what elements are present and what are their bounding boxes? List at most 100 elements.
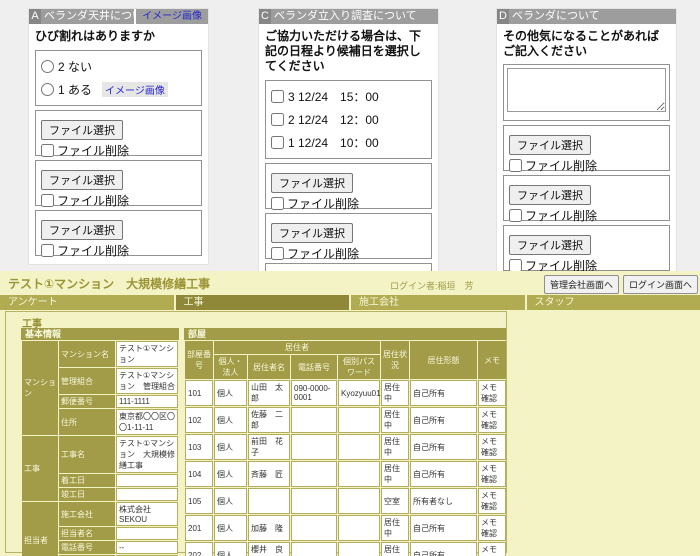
room-status: 居住中 — [381, 542, 409, 556]
file-select-button[interactable]: ファイル選択 — [509, 135, 591, 155]
field-label: 管理組合 — [59, 368, 115, 394]
file-delete-row: ファイル削除 — [271, 245, 426, 262]
group-label: 工事 — [22, 436, 58, 501]
date-label-1: 1 12/24 10：00 — [288, 134, 379, 151]
file-upload-box: ファイル選択 ファイル削除 — [503, 225, 670, 271]
tab-contractor[interactable]: 施工会社 — [351, 295, 525, 310]
radio-crack-yes[interactable] — [41, 83, 54, 96]
resident-name: 山田 太郎 — [248, 380, 290, 406]
file-select-button[interactable]: ファイル選択 — [509, 235, 591, 255]
file-delete-checkbox[interactable] — [41, 244, 54, 257]
file-select-button[interactable]: ファイル選択 — [509, 185, 591, 205]
crack-radio-group: 2 ない 1 ある イメージ画像 — [35, 50, 202, 106]
radio-row-yes: 1 ある イメージ画像 — [41, 78, 196, 101]
tab-questionnaire[interactable]: アンケート — [0, 295, 174, 310]
tab-bar: アンケート 工事 施工会社 スタッフ — [0, 295, 700, 310]
room-type: 個人 — [214, 434, 247, 460]
room-status: 居住中 — [381, 461, 409, 487]
tab-staff[interactable]: スタッフ — [527, 295, 700, 310]
panel-a-title: ベランダ天井について — [41, 9, 134, 24]
room-row: 104個人斉藤 匠居住中自己所有メモ確認 — [185, 461, 506, 487]
image-link[interactable]: イメージ画像 — [102, 82, 168, 97]
file-delete-checkbox[interactable] — [271, 197, 284, 210]
date-checkbox-group: 3 12/24 15：00 2 12/24 12：00 1 12/24 10：0… — [265, 80, 432, 159]
file-delete-checkbox[interactable] — [509, 209, 522, 222]
room-no: 103 — [185, 434, 213, 460]
room-status: 居住中 — [381, 407, 409, 433]
page-title: テスト①マンション 大規模修繕工事 — [8, 275, 210, 292]
file-upload-box: ファイル選択 ファイル削除 — [265, 213, 432, 259]
table-row: 担当者施工会社株式会社SEKOU — [22, 502, 178, 526]
panel-a-header: A ベランダ天井について イメージ画像 — [29, 9, 208, 24]
file-select-button[interactable]: ファイル選択 — [271, 223, 353, 243]
resident-password — [338, 461, 380, 487]
basic-info-column: 基本情報 マンションマンション名テスト①マンション 管理組合テスト①マンション … — [21, 328, 179, 556]
login-screen-button[interactable]: ログイン画面へ — [623, 275, 698, 294]
resident-name: 前田 花子 — [248, 434, 290, 460]
file-delete-row: ファイル削除 — [509, 207, 664, 224]
file-select-button[interactable]: ファイル選択 — [271, 173, 353, 193]
room-type: 個人 — [214, 380, 247, 406]
table-row: マンションマンション名テスト①マンション — [22, 341, 178, 367]
room-ownership: 所有者なし — [410, 488, 477, 514]
memo-confirm-cell[interactable]: メモ確認 — [478, 488, 506, 514]
file-delete-label: ファイル削除 — [525, 207, 597, 224]
resident-password — [338, 407, 380, 433]
field-label: 竣工日 — [59, 488, 115, 501]
field-label: 郵便番号 — [59, 395, 115, 408]
memo-confirm-cell[interactable]: メモ確認 — [478, 515, 506, 541]
table-row: 工事工事名テスト①マンション 大規模修繕工事 — [22, 436, 178, 473]
file-delete-label: ファイル削除 — [57, 192, 129, 209]
col-memo: メモ — [478, 341, 506, 379]
file-select-button[interactable]: ファイル選択 — [41, 120, 123, 140]
resident-phone: 090-0000-0001 — [291, 380, 337, 406]
management-screen-button[interactable]: 管理会社画面へ — [544, 275, 619, 294]
file-upload-box: ファイル選択 ファイル削除 — [503, 125, 670, 171]
image-link[interactable]: イメージ画像 — [136, 9, 208, 24]
other-comments-textarea[interactable] — [507, 68, 666, 112]
memo-confirm-cell[interactable]: メモ確認 — [478, 542, 506, 556]
date-checkbox-1[interactable] — [271, 136, 284, 149]
file-select-button[interactable]: ファイル選択 — [41, 170, 123, 190]
room-no: 102 — [185, 407, 213, 433]
radio-crack-no[interactable] — [41, 60, 54, 73]
date-checkbox-2[interactable] — [271, 113, 284, 126]
memo-confirm-cell[interactable]: メモ確認 — [478, 407, 506, 433]
room-ownership: 自己所有 — [410, 461, 477, 487]
room-ownership: 自己所有 — [410, 515, 477, 541]
file-select-button[interactable]: ファイル選択 — [41, 220, 123, 240]
field-value: -- — [116, 541, 178, 554]
resident-phone — [291, 515, 337, 541]
col-status: 居住状況 — [381, 341, 409, 379]
memo-confirm-cell[interactable]: メモ確認 — [478, 434, 506, 460]
col-phone: 電話番号 — [291, 355, 337, 379]
tab-construction[interactable]: 工事 — [176, 295, 350, 310]
file-delete-checkbox[interactable] — [271, 247, 284, 260]
resident-name — [248, 488, 290, 514]
field-value: テスト①マンション 大規模修繕工事 — [116, 436, 178, 473]
date-row-2: 2 12/24 12：00 — [271, 108, 426, 131]
file-delete-checkbox[interactable] — [41, 144, 54, 157]
field-label: 施工会社 — [59, 502, 115, 526]
date-checkbox-3[interactable] — [271, 90, 284, 103]
field-value — [116, 527, 178, 540]
radio-label-yes: 1 ある — [58, 81, 92, 98]
survey-strip: A ベランダ天井について イメージ画像 ひび割れはありますか 2 ない 1 ある… — [0, 0, 700, 271]
room-status: 空室 — [381, 488, 409, 514]
field-label: 担当者名 — [59, 527, 115, 540]
resident-password — [338, 434, 380, 460]
panel-d-letter: D — [497, 9, 509, 24]
file-upload-box: ファイル選択 ファイル削除 — [503, 175, 670, 221]
file-delete-checkbox[interactable] — [41, 194, 54, 207]
memo-confirm-cell[interactable]: メモ確認 — [478, 380, 506, 406]
resident-password — [338, 515, 380, 541]
construction-content: 工事 基本情報 マンションマンション名テスト①マンション 管理組合テスト①マンシ… — [5, 311, 507, 553]
file-delete-checkbox[interactable] — [509, 159, 522, 172]
room-row: 103個人前田 花子居住中自己所有メモ確認 — [185, 434, 506, 460]
memo-confirm-cell[interactable]: メモ確認 — [478, 461, 506, 487]
question-schedule: ご協力いただける場合は、下記の日程より候補日を選択してください — [259, 24, 438, 77]
panel-c-letter: C — [259, 9, 271, 24]
panel-c-header: C ベランダ立入り調査について — [259, 9, 438, 24]
admin-area: テスト①マンション 大規模修繕工事 ログイン者:稲垣 芳 管理会社画面へ ログイ… — [0, 271, 700, 556]
field-value — [116, 488, 178, 501]
